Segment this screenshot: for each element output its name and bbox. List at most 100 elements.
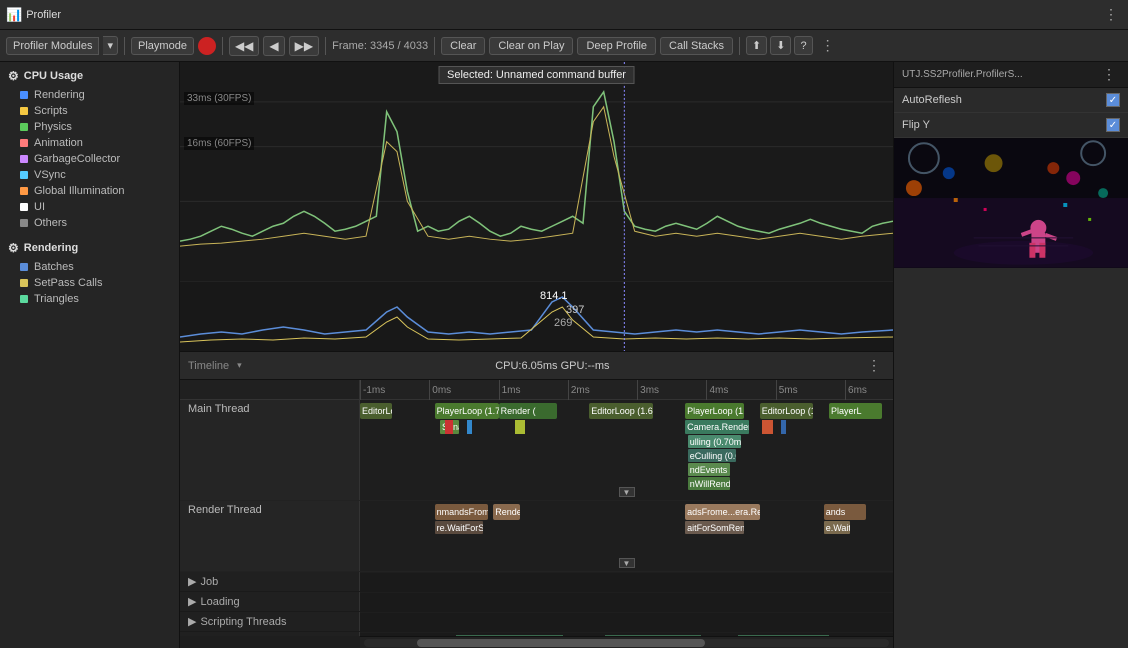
sub-block-camera-render[interactable]: Camera.Render (	[685, 420, 749, 434]
ui-color	[20, 203, 28, 211]
right-panel-title: UTJ.SS2Profiler.ProfilerS...	[902, 69, 1023, 80]
scripting-threads-section-row: ▶ Scripting Threads	[180, 612, 893, 632]
physics-color	[20, 123, 28, 131]
render-thread-collapse[interactable]: ▼	[619, 558, 635, 568]
sub-block-ndevents[interactable]: ndEvents (0	[688, 463, 731, 476]
block-editorloop-2[interactable]: EditorLoop (1.65ms)	[589, 403, 653, 419]
render-block-nmands[interactable]: nmandsFromMa	[435, 504, 488, 520]
profiler-toolbar: Profiler Modules ▾ Playmode ◀◀ ◀ ▶▶ Fram…	[0, 30, 1128, 62]
deep-profile-button[interactable]: Deep Profile	[577, 37, 656, 55]
toolbar-more-button[interactable]: ⋮	[817, 37, 839, 54]
sidebar-item-others[interactable]: Others	[0, 215, 179, 231]
sidebar-item-triangles[interactable]: Triangles	[0, 291, 179, 307]
sidebar-item-physics[interactable]: Physics	[0, 119, 179, 135]
render-sub-ewait[interactable]: e.Wait	[824, 521, 851, 534]
rendering-label: Rendering	[34, 89, 171, 101]
call-stacks-button[interactable]: Call Stacks	[660, 37, 733, 55]
triangles-label: Triangles	[34, 293, 171, 305]
tick-1ms: 1ms	[499, 380, 521, 400]
render-thread-label: Render Thread	[180, 501, 360, 571]
rendering-header[interactable]: ⚙ Rendering	[0, 237, 179, 259]
loading-section-label[interactable]: ▶ Loading	[180, 592, 360, 611]
flip-y-checkbox[interactable]	[1106, 118, 1120, 132]
sidebar-item-vsync[interactable]: VSync	[0, 167, 179, 183]
job-section-label[interactable]: ▶ Job	[180, 572, 360, 591]
clear-on-play-button[interactable]: Clear on Play	[489, 37, 573, 55]
window-titlebar: 📊 Profiler ⋮	[0, 0, 1128, 30]
sub-block-culling[interactable]: ulling (0.70m	[688, 435, 741, 448]
loading-section-content	[360, 593, 893, 611]
render-chart[interactable]: 814.1 397 269	[180, 282, 893, 352]
profiler-modules-arrow[interactable]: ▾	[103, 36, 118, 55]
timeline-ruler-row: -1ms 0ms 1ms 2ms 3ms 4ms 5ms 6ms	[180, 380, 893, 400]
separator-5	[739, 37, 740, 55]
tick-0ms: 0ms	[429, 380, 451, 400]
go-to-first-frame-button[interactable]: ◀◀	[229, 36, 259, 56]
scripting-threads-expand-icon: ▶	[188, 615, 196, 628]
tick-6ms: 6ms	[845, 380, 867, 400]
cpu-chart[interactable]: Selected: Unnamed command buffer 33ms (3…	[180, 62, 893, 282]
block-render-1[interactable]: Render (	[499, 403, 558, 419]
render-sub-waitsignal-1[interactable]: re.WaitForSignal	[435, 521, 483, 534]
timeline-rows[interactable]: Main Thread EditorLoop (1.17ms) PlayerLo…	[180, 400, 893, 636]
sidebar-item-animation[interactable]: Animation	[0, 135, 179, 151]
render-block-ands[interactable]: ands	[824, 504, 867, 520]
rendering-section-icon: ⚙	[8, 241, 19, 255]
triangles-color	[20, 295, 28, 303]
scripting-threads-section-label[interactable]: ▶ Scripting Threads	[180, 612, 360, 631]
value-397: 397	[566, 304, 584, 316]
block-editorloop-3[interactable]: EditorLoop (1.18ms)	[760, 403, 813, 419]
next-frame-button[interactable]: ▶▶	[289, 36, 319, 56]
loading-label: Loading	[200, 596, 239, 608]
sidebar-item-rendering[interactable]: Rendering	[0, 87, 179, 103]
prev-frame-button[interactable]: ◀	[263, 36, 284, 56]
sidebar-item-ui[interactable]: UI	[0, 199, 179, 215]
main-thread-content[interactable]: EditorLoop (1.17ms) PlayerLoop (1.73ms) …	[360, 400, 893, 500]
sidebar-item-setpass[interactable]: SetPass Calls	[0, 275, 179, 291]
sidebar-item-gi[interactable]: Global Illumination	[0, 183, 179, 199]
clear-button[interactable]: Clear	[441, 37, 485, 55]
right-panel-more-button[interactable]: ⋮	[1098, 66, 1120, 83]
frame-counter: Frame: 3345 / 4033	[332, 40, 428, 52]
timeline-more-button[interactable]: ⋮	[863, 357, 885, 374]
help-button[interactable]: ?	[794, 36, 812, 55]
separator-1	[124, 37, 125, 55]
vsync-label: VSync	[34, 169, 171, 181]
sidebar-item-gc[interactable]: GarbageCollector	[0, 151, 179, 167]
sidebar-item-scripts[interactable]: Scripts	[0, 103, 179, 119]
separator-3	[325, 37, 326, 55]
profiler-icon: 📊	[6, 7, 22, 23]
timeline-body: -1ms 0ms 1ms 2ms 3ms 4ms 5ms 6ms	[180, 380, 893, 648]
cpu-usage-header[interactable]: ⚙ CPU Usage	[0, 65, 179, 87]
window-more-button[interactable]: ⋮	[1100, 6, 1122, 23]
render-block-render-1[interactable]: Render...	[493, 504, 520, 520]
block-playerloop-2[interactable]: PlayerLoop (1.35ms)	[685, 403, 744, 419]
timeline-ruler: -1ms 0ms 1ms 2ms 3ms 4ms 5ms 6ms	[360, 380, 893, 400]
scrollbar-thumb[interactable]	[417, 639, 706, 647]
sub-block-eculling[interactable]: eCulling (0.6	[688, 449, 736, 462]
timeline-scrollbar[interactable]	[360, 636, 893, 648]
render-block-adsframe[interactable]: adsFrome...era.Render (1.00	[685, 504, 760, 520]
tick-3ms: 3ms	[637, 380, 659, 400]
export-button[interactable]: ⬆	[746, 36, 767, 55]
record-button[interactable]	[198, 37, 216, 55]
background-job-section-label[interactable]: ▶ Background Job	[180, 632, 360, 636]
render-sub-waitforsomren[interactable]: aitForSomRen	[685, 521, 744, 534]
block-playerloop-1[interactable]: PlayerLoop (1.73ms)	[435, 403, 499, 419]
sidebar-item-batches[interactable]: Batches	[0, 259, 179, 275]
render-thread-content[interactable]: nmandsFromMa Render... adsFrome...era.Re…	[360, 501, 893, 571]
main-content: ⚙ CPU Usage Rendering Scripts Physics An…	[0, 62, 1128, 648]
timeline-collapse-button[interactable]: ▾	[237, 360, 242, 371]
main-thread-collapse[interactable]: ▼	[619, 487, 635, 497]
import-button[interactable]: ⬇	[770, 36, 791, 55]
sub-block-nwillrender[interactable]: nWillRender	[688, 477, 731, 490]
block-editorloop-1[interactable]: EditorLoop (1.17ms)	[360, 403, 392, 419]
autoreflesh-label: AutoReflesh	[902, 94, 962, 106]
playmode-button[interactable]: Playmode	[131, 37, 194, 55]
block-playerloop-3[interactable]: PlayerL	[829, 403, 882, 419]
cpu-icon: ⚙	[8, 69, 19, 83]
autoreflesh-checkbox[interactable]	[1106, 93, 1120, 107]
window-title: Profiler	[26, 9, 61, 21]
profiler-modules-button[interactable]: Profiler Modules	[6, 37, 99, 55]
game-preview	[894, 138, 1128, 268]
